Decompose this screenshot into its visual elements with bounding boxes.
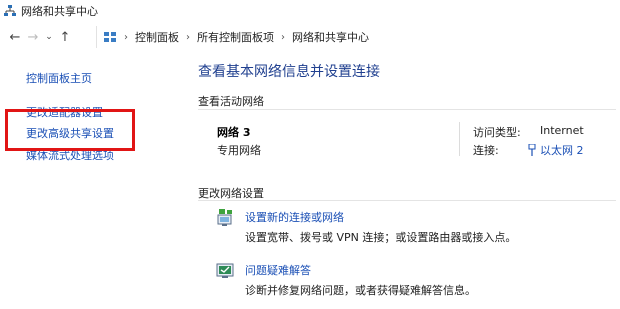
sidebar-item-control-panel-home[interactable]: 控制面板主页 bbox=[26, 70, 92, 86]
window-title: 网络和共享中心 bbox=[21, 5, 98, 18]
forward-arrow-icon[interactable]: → bbox=[24, 30, 42, 45]
setup-connection-link[interactable]: 设置新的连接或网络 bbox=[245, 209, 344, 225]
breadcrumb-separator-icon: › bbox=[281, 31, 285, 43]
connection-label: 连接: bbox=[473, 144, 499, 157]
access-type-value: Internet bbox=[540, 124, 584, 137]
network-center-icon bbox=[4, 5, 16, 16]
chevron-down-icon[interactable]: ⌄ bbox=[42, 32, 56, 42]
breadcrumb-network-center[interactable]: 网络和共享中心 bbox=[292, 29, 369, 45]
back-arrow-icon[interactable]: ← bbox=[6, 30, 24, 45]
network-name: 网络 3 bbox=[217, 126, 251, 139]
change-settings-heading: 更改网络设置 bbox=[198, 187, 264, 200]
setup-connection-description: 设置宽带、拨号或 VPN 连接；或设置路由器或接入点。 bbox=[245, 231, 517, 244]
troubleshoot-link[interactable]: 问题疑难解答 bbox=[245, 262, 311, 278]
network-type: 专用网络 bbox=[217, 144, 261, 157]
navigation-bar: ← → ⌄ ↑ › 控制面板 › 所有控制面板项 › 网络和共享中心 bbox=[0, 26, 620, 48]
breadcrumb-separator-icon: › bbox=[186, 31, 190, 43]
connection-link[interactable]: 以太网 2 bbox=[528, 142, 584, 158]
network-setup-icon bbox=[217, 209, 232, 226]
access-type-label: 访问类型: bbox=[473, 126, 521, 139]
breadcrumb-control-panel[interactable]: 控制面板 bbox=[135, 29, 179, 45]
breadcrumb-all-items[interactable]: 所有控制面板项 bbox=[197, 29, 274, 45]
ethernet-icon bbox=[528, 144, 536, 156]
control-panel-icon bbox=[104, 32, 116, 42]
troubleshoot-description: 诊断并修复网络问题，或者获得疑难解答信息。 bbox=[245, 284, 476, 297]
connection-value: 以太网 2 bbox=[540, 144, 584, 157]
up-arrow-icon[interactable]: ↑ bbox=[56, 30, 74, 45]
troubleshoot-icon bbox=[216, 263, 234, 278]
vertical-divider bbox=[459, 122, 460, 156]
section-divider bbox=[198, 109, 616, 110]
page-title: 查看基本网络信息并设置连接 bbox=[198, 64, 380, 80]
address-bar[interactable]: › 控制面板 › 所有控制面板项 › 网络和共享中心 bbox=[96, 26, 620, 48]
section-divider bbox=[198, 200, 616, 201]
breadcrumb-separator-icon: › bbox=[124, 31, 128, 43]
title-bar: 网络和共享中心 bbox=[0, 0, 620, 22]
active-networks-heading: 查看活动网络 bbox=[198, 95, 264, 108]
highlight-box bbox=[5, 109, 135, 151]
